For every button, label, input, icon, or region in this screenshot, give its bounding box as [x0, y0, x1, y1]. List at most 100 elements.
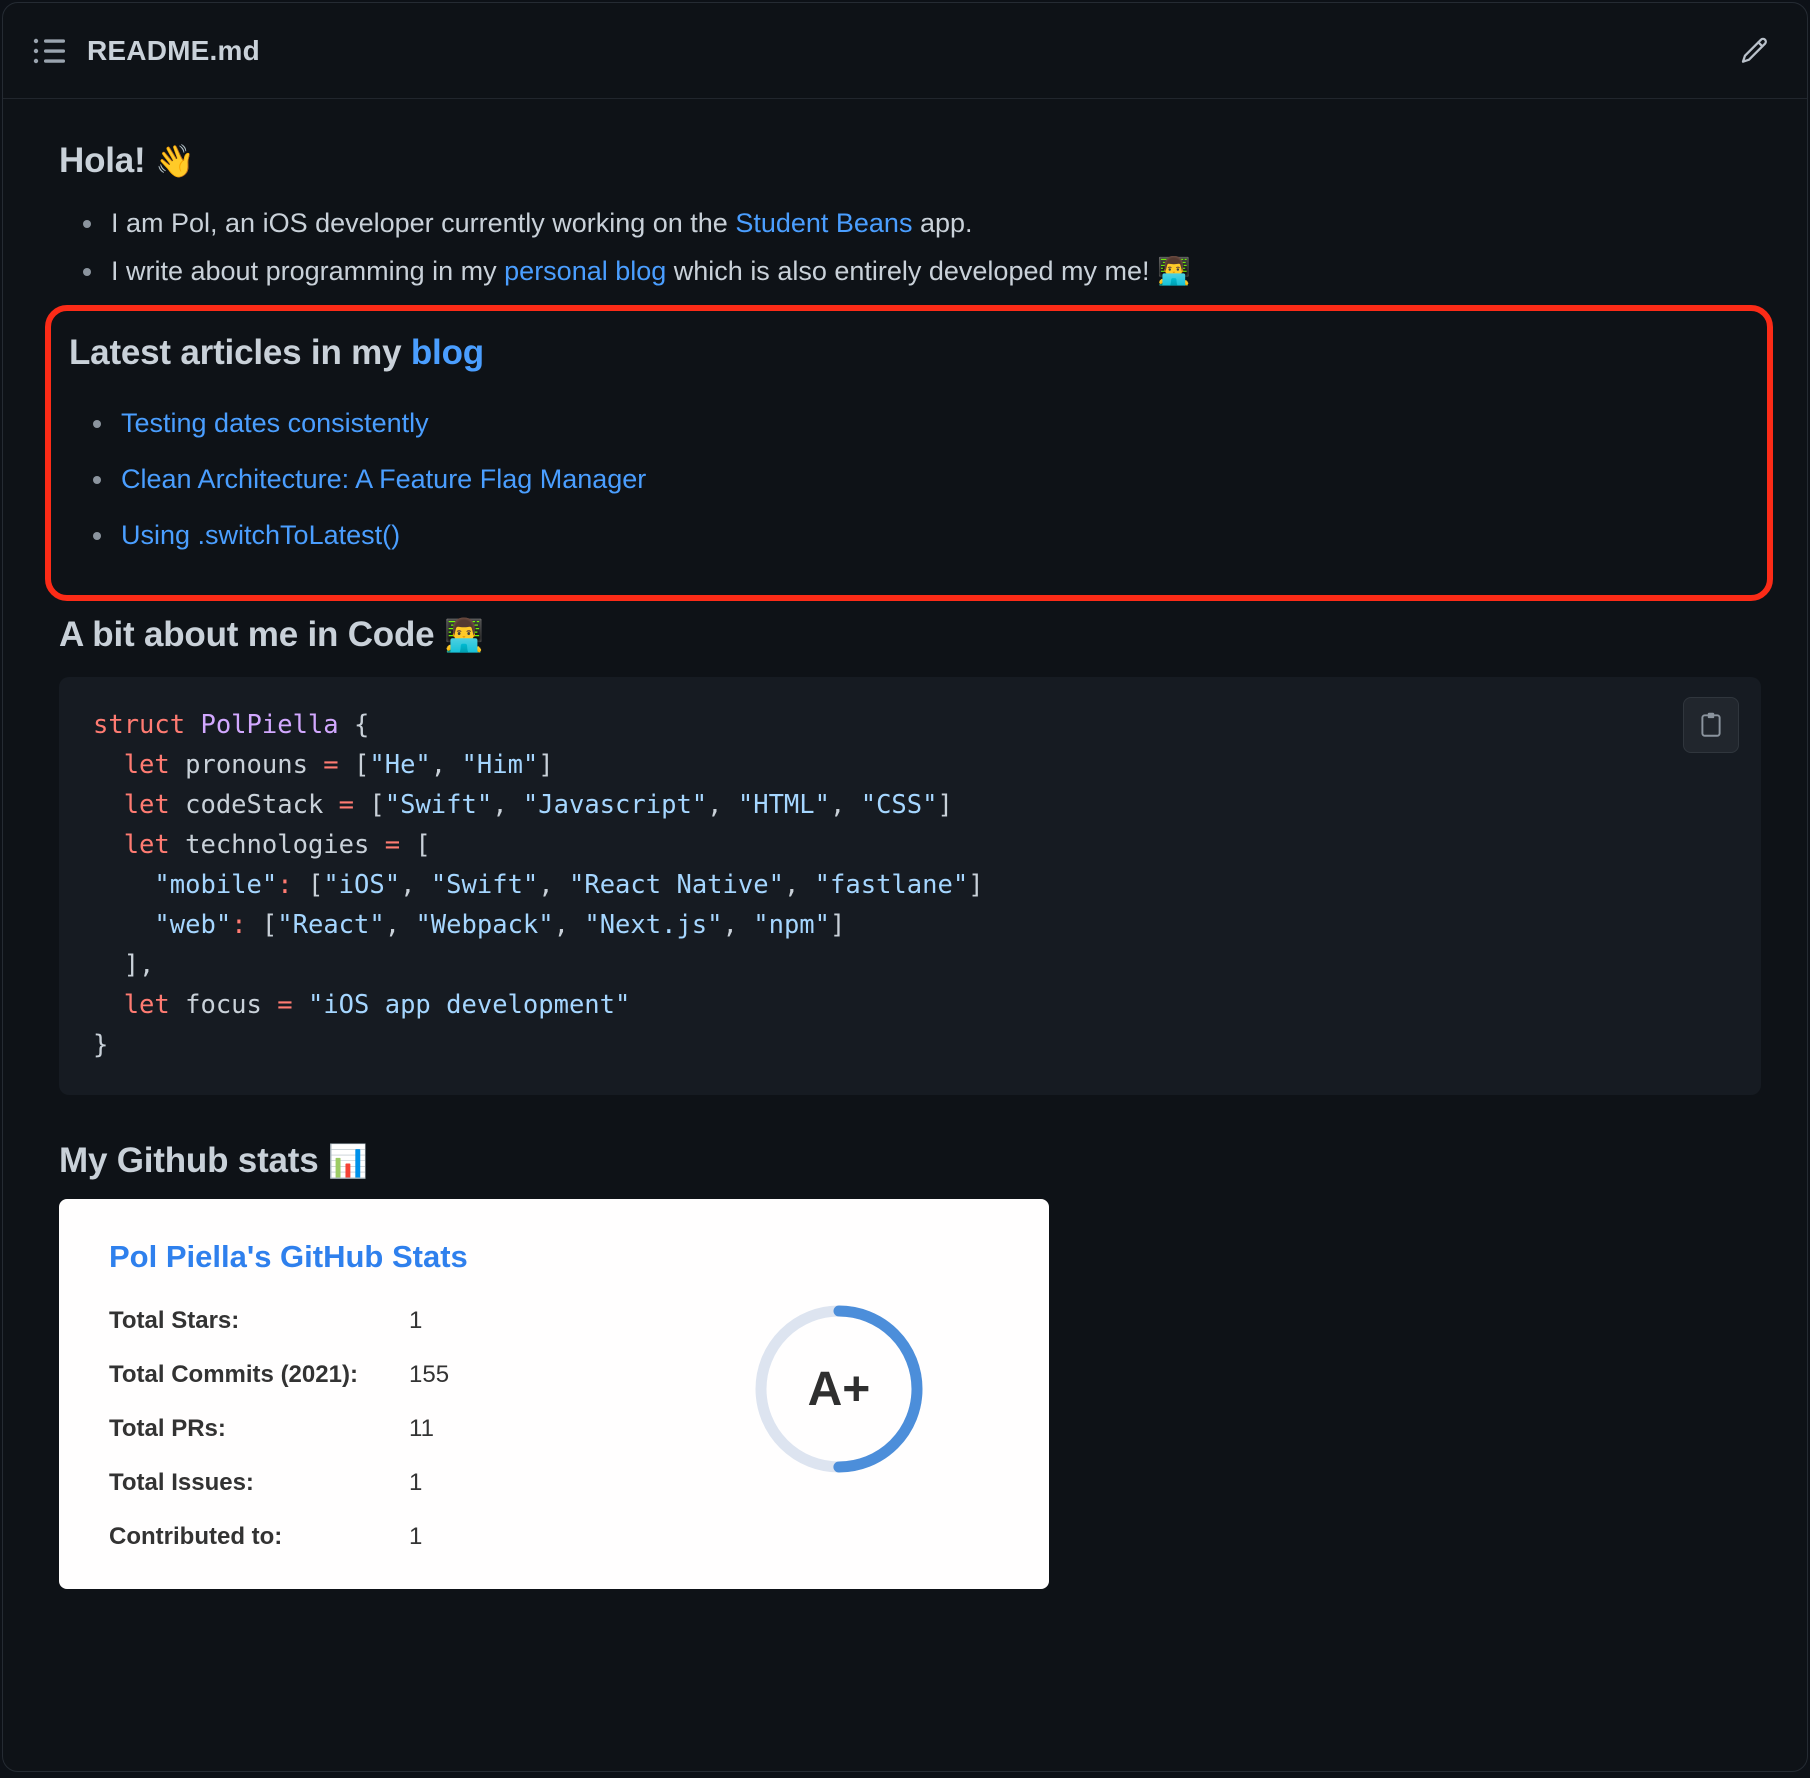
code-token: ,	[722, 910, 754, 940]
code-token: [	[338, 750, 370, 780]
code-section-heading: A bit about me in Code 👨‍💻	[59, 615, 1761, 655]
code-token: "Swift"	[430, 870, 539, 900]
table-row: Total PRs: 11	[109, 1415, 449, 1469]
link-personal-blog[interactable]: personal blog	[504, 256, 666, 286]
stat-label: Total Stars:	[109, 1307, 240, 1334]
link-student-beans[interactable]: Student Beans	[735, 208, 912, 238]
list-item: I write about programming in my personal…	[83, 247, 1761, 295]
wave-emoji: 👋	[155, 143, 195, 179]
stat-label: Total PRs:	[109, 1415, 226, 1442]
rank-progress-ring: A+	[749, 1299, 929, 1479]
code-token: "Next.js"	[584, 910, 723, 940]
code-token: "Swift"	[384, 790, 493, 820]
code-token: "Him"	[461, 750, 539, 780]
link-blog[interactable]: blog	[411, 333, 484, 372]
code-token: "mobile"	[154, 870, 278, 900]
readme-preview-panel: README.md Hola! 👋 I am Pol, an iOS devel…	[2, 2, 1808, 1772]
code-token: [	[354, 790, 385, 820]
code-token: pronouns	[185, 750, 324, 780]
code-token: "Webpack"	[415, 910, 554, 940]
stats-card-title: Pol Piella's GitHub Stats	[109, 1239, 468, 1274]
article-link-1[interactable]: Testing dates consistently	[121, 408, 429, 438]
article-link-2[interactable]: Clean Architecture: A Feature Flag Manag…	[121, 464, 646, 494]
rank-level-label: A+	[807, 1362, 871, 1416]
heading-text: My Github stats	[59, 1141, 329, 1180]
code-token: ,	[553, 910, 585, 940]
code-token: }	[93, 1030, 109, 1060]
man-technologist-emoji: 👨‍💻	[1157, 256, 1191, 286]
code-token: ,	[430, 750, 462, 780]
latest-articles-list: Testing dates consistently Clean Archite…	[69, 395, 1749, 563]
bullet-text-before: I write about programming in my	[111, 256, 505, 286]
article-link-3[interactable]: Using .switchToLatest()	[121, 520, 400, 550]
table-row: Total Issues: 1	[109, 1469, 449, 1523]
list-item: Clean Architecture: A Feature Flag Manag…	[93, 451, 1749, 507]
file-header: README.md	[3, 3, 1807, 99]
stat-label: Total Issues:	[109, 1469, 254, 1496]
code-token: =	[277, 990, 293, 1020]
code-token: ,	[707, 790, 738, 820]
code-token: "Javascript"	[522, 790, 708, 820]
table-row: Contributed to: 1	[109, 1523, 449, 1577]
list-icon[interactable]	[33, 36, 67, 66]
clipboard-icon[interactable]	[1683, 697, 1739, 753]
code-token: :	[231, 910, 247, 940]
table-row: Total Commits (2021): 155	[109, 1361, 449, 1415]
code-token: let	[93, 790, 186, 820]
code-block: struct PolPiella { let pronouns = ["He",…	[93, 705, 1731, 1065]
code-token: "React Native"	[569, 870, 784, 900]
man-technologist-emoji: 👨‍💻	[443, 617, 484, 653]
latest-articles-heading: Latest articles in my blog	[69, 333, 1749, 373]
code-token: "He"	[369, 750, 431, 780]
pencil-icon[interactable]	[1735, 31, 1775, 71]
code-token: "iOS"	[323, 870, 401, 900]
code-token: ]	[937, 790, 953, 820]
code-token: struct	[93, 710, 201, 740]
greeting-text: Hola!	[59, 141, 156, 180]
stat-value: 1	[409, 1469, 423, 1496]
code-block-container: struct PolPiella { let pronouns = ["He",…	[59, 677, 1761, 1095]
bullet-text-before: I am Pol, an iOS developer currently wor…	[111, 208, 736, 238]
github-stats-heading: My Github stats 📊	[59, 1141, 1761, 1181]
github-stats-card[interactable]: Pol Piella's GitHub Stats Total Stars: 1…	[59, 1199, 1049, 1589]
stat-label: Contributed to:	[109, 1523, 283, 1550]
stats-table: Total Stars: 1 Total Commits (2021): 155…	[109, 1307, 449, 1577]
code-token: codeStack	[185, 790, 339, 820]
code-token: ]	[968, 870, 984, 900]
code-token: ,	[400, 870, 431, 900]
code-token: ,	[830, 790, 861, 820]
code-token: let	[93, 830, 186, 860]
stat-value: 1	[409, 1523, 423, 1550]
code-token: focus	[185, 990, 278, 1020]
code-token: [	[292, 870, 324, 900]
bar-chart-emoji: 📊	[328, 1143, 368, 1179]
code-token: ]	[538, 750, 554, 780]
code-token: technologies	[185, 830, 385, 860]
code-token: :	[277, 870, 293, 900]
stat-value: 1	[409, 1307, 423, 1334]
code-token: "React"	[277, 910, 385, 940]
code-token: "npm"	[753, 910, 830, 940]
stat-value: 155	[409, 1361, 450, 1388]
code-token: ,	[384, 910, 416, 940]
page-title: Hola! 👋	[59, 141, 1761, 181]
list-item: Using .switchToLatest()	[93, 507, 1749, 563]
heading-text: Latest articles in my	[69, 333, 411, 372]
code-token: let	[93, 750, 186, 780]
code-token: "fastlane"	[814, 870, 969, 900]
stat-label: Total Commits (2021):	[109, 1361, 358, 1388]
list-item: I am Pol, an iOS developer currently wor…	[83, 199, 1761, 247]
table-row: Total Stars: 1	[109, 1307, 449, 1361]
readme-body: Hola! 👋 I am Pol, an iOS developer curre…	[3, 99, 1807, 1589]
bullet-text-after: which is also entirely developed my me!	[666, 256, 1158, 286]
code-token: =	[338, 790, 355, 820]
code-token: ,	[538, 870, 569, 900]
latest-articles-highlight-box: Latest articles in my blog Testing dates…	[45, 305, 1773, 601]
code-token: ,	[492, 790, 523, 820]
code-token: let	[93, 990, 186, 1020]
intro-bullet-list: I am Pol, an iOS developer currently wor…	[59, 199, 1761, 295]
code-token: {	[338, 710, 370, 740]
